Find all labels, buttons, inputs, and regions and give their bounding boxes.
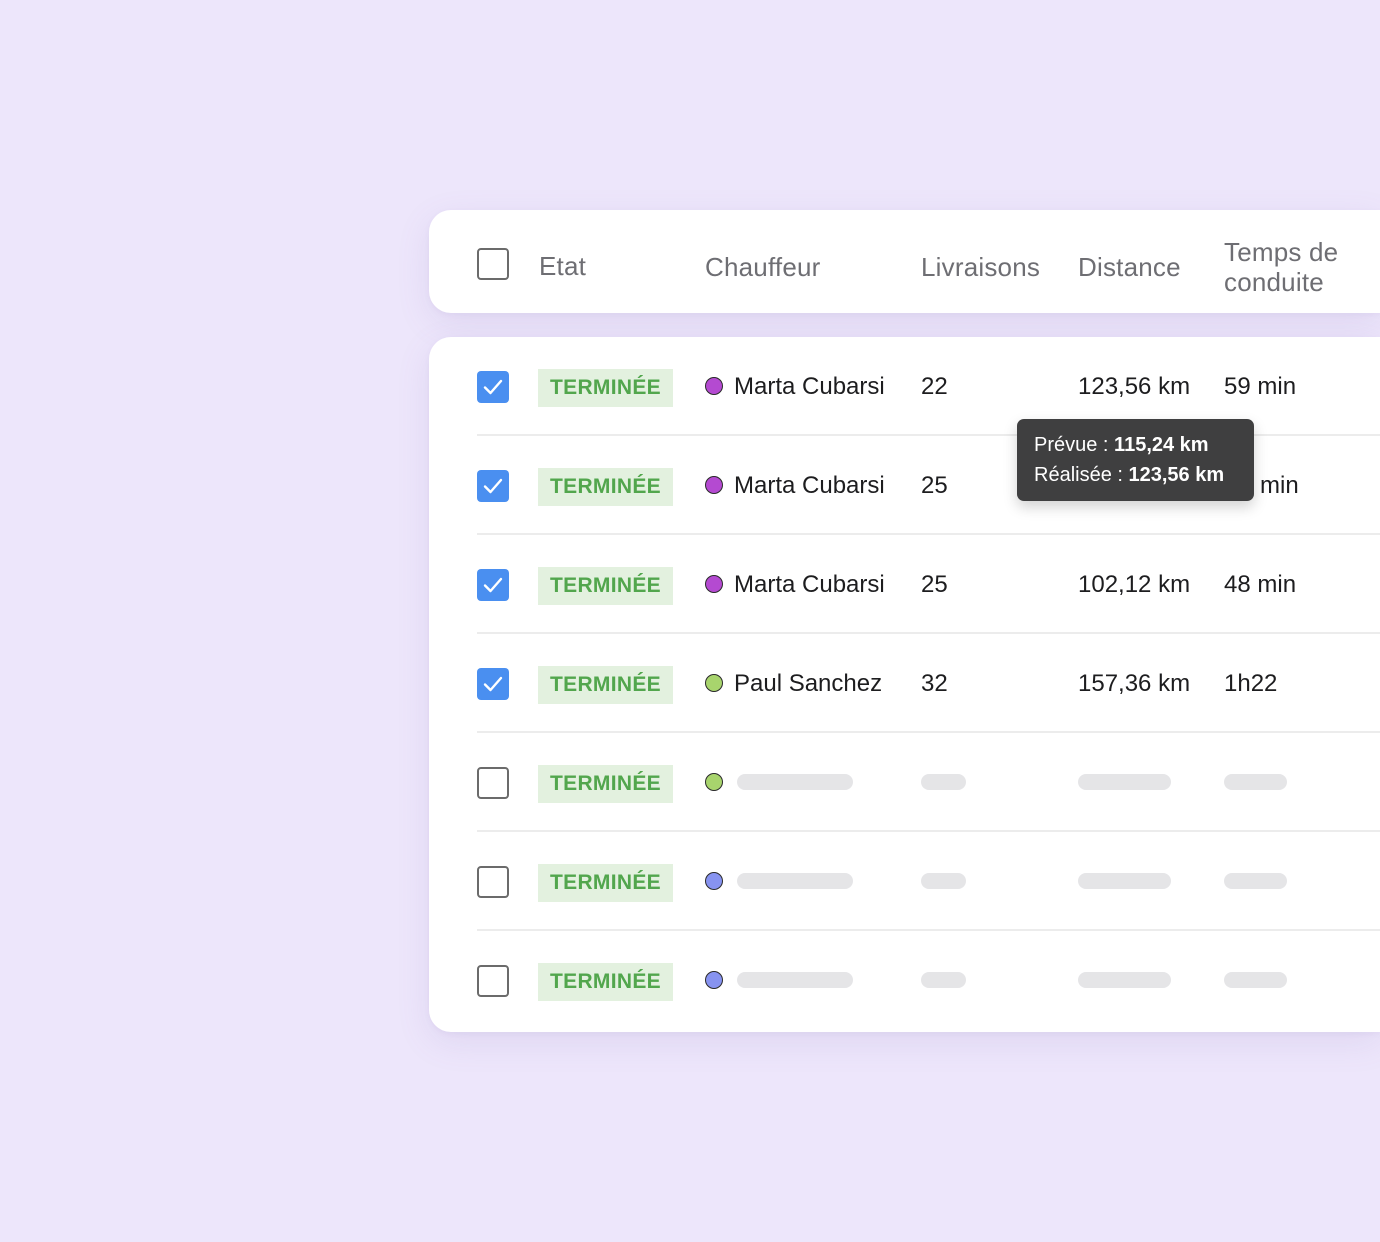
table-row[interactable]: TERMINÉE Marta Cubarsi 25 102,12 km 48 m…	[429, 535, 1380, 634]
driver-color-dot	[705, 872, 723, 890]
status-badge: TERMINÉE	[538, 963, 673, 1001]
distance-value[interactable]: 123,56 km	[1078, 373, 1190, 401]
distance-value[interactable]: 157,36 km	[1078, 670, 1190, 698]
deliveries-count: 25	[921, 472, 948, 499]
deliveries-placeholder	[921, 774, 966, 790]
table-header: Etat Chauffeur Livraisons Distance Temps…	[429, 210, 1380, 313]
tooltip-actual: Réalisée : 123,56 km	[1034, 464, 1224, 487]
status-badge: TERMINÉE	[538, 864, 673, 902]
driver-color-dot	[705, 575, 723, 593]
tooltip-actual-value: 123,56 km	[1128, 464, 1225, 486]
driving-time: 48 min	[1224, 571, 1297, 598]
driver-name-placeholder	[737, 972, 853, 988]
header-etat[interactable]: Etat	[539, 251, 586, 282]
tooltip-planned: Prévue : 115,24 km	[1034, 434, 1209, 457]
status-badge: TERMINÉE	[538, 666, 673, 704]
deliveries-count: 32	[921, 670, 948, 697]
row-checkbox[interactable]	[477, 866, 509, 898]
driver-name: Marta Cubarsi	[734, 373, 885, 400]
header-chauffeur[interactable]: Chauffeur	[705, 252, 821, 283]
status-badge: TERMINÉE	[538, 765, 673, 803]
header-distance[interactable]: Distance	[1078, 252, 1181, 283]
time-placeholder	[1224, 873, 1287, 889]
driver-color-dot	[705, 674, 723, 692]
driver-name-placeholder	[737, 774, 853, 790]
driver-color-dot	[705, 971, 723, 989]
header-temps-line2: conduite	[1224, 267, 1324, 297]
select-all-checkbox[interactable]	[477, 248, 509, 280]
deliveries-placeholder	[921, 873, 966, 889]
table-row[interactable]: TERMINÉE	[429, 931, 1380, 1030]
status-badge: TERMINÉE	[538, 567, 673, 605]
check-icon	[483, 478, 503, 494]
driver-name: Paul Sanchez	[734, 670, 883, 697]
header-livraisons[interactable]: Livraisons	[921, 252, 1040, 283]
driver-color-dot	[705, 377, 723, 395]
row-checkbox[interactable]	[477, 965, 509, 997]
table-row[interactable]: TERMINÉE	[429, 832, 1380, 931]
distance-placeholder	[1078, 774, 1171, 790]
deliveries-count: 22	[921, 373, 948, 400]
driver-name-placeholder	[737, 873, 853, 889]
tooltip-actual-label: Réalisée :	[1034, 464, 1129, 486]
tooltip-planned-label: Prévue :	[1034, 434, 1115, 456]
distance-value[interactable]: 102,12 km	[1078, 571, 1190, 599]
driver-color-dot	[705, 773, 723, 791]
check-icon	[483, 676, 503, 692]
header-temps-de-conduite[interactable]: Temps de conduite	[1224, 237, 1338, 297]
row-checkbox[interactable]	[477, 470, 509, 502]
check-icon	[483, 379, 503, 395]
table-row[interactable]: TERMINÉE	[429, 733, 1380, 832]
time-placeholder	[1224, 972, 1287, 988]
deliveries-count: 25	[921, 571, 948, 598]
status-badge: TERMINÉE	[538, 468, 673, 506]
row-checkbox[interactable]	[477, 668, 509, 700]
tooltip-planned-value: 115,24 km	[1114, 434, 1209, 456]
driver-color-dot	[705, 476, 723, 494]
driving-time: min	[1260, 472, 1299, 499]
row-checkbox[interactable]	[477, 767, 509, 799]
driving-time: 59 min	[1224, 373, 1297, 400]
row-checkbox[interactable]	[477, 569, 509, 601]
check-icon	[483, 577, 503, 593]
driving-time: 1h22	[1224, 670, 1278, 697]
distance-placeholder	[1078, 972, 1171, 988]
distance-placeholder	[1078, 873, 1171, 889]
distance-tooltip: Prévue : 115,24 km Réalisée : 123,56 km	[1017, 419, 1254, 501]
driver-name: Marta Cubarsi	[734, 571, 885, 598]
deliveries-placeholder	[921, 972, 966, 988]
driver-name: Marta Cubarsi	[734, 472, 885, 499]
time-placeholder	[1224, 774, 1287, 790]
table-row[interactable]: TERMINÉE Paul Sanchez 32 157,36 km 1h22	[429, 634, 1380, 733]
row-checkbox[interactable]	[477, 371, 509, 403]
status-badge: TERMINÉE	[538, 369, 673, 407]
header-temps-line1: Temps de	[1224, 237, 1339, 267]
